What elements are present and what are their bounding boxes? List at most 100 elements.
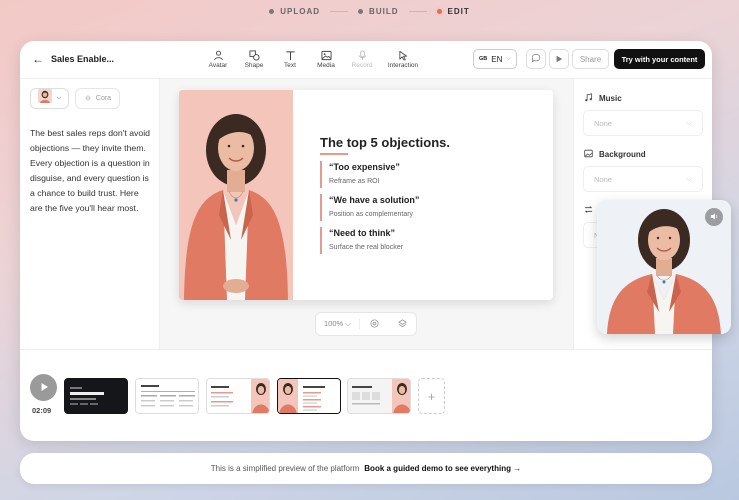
chevron-down-icon: ⌵ <box>686 174 692 183</box>
zoom-select[interactable]: 100% ⌵ <box>316 319 360 329</box>
shapes-icon <box>248 48 260 62</box>
editor-toolbar: ← Sales Enable... Avatar Shape Text Medi… <box>20 41 712 79</box>
try-with-your-content-button[interactable]: Try with your content <box>614 49 705 69</box>
slide-thumbnail-selected[interactable] <box>277 378 341 414</box>
objection-item[interactable]: “Too expensive” Reframe as ROI <box>320 161 520 188</box>
script-panel: ⌵ Cora The best sales reps don't avoid o… <box>20 79 160 349</box>
objection-subtext: Position as complementary <box>329 211 414 218</box>
step-upload[interactable]: UPLOAD <box>269 7 320 16</box>
voice-selector[interactable]: Cora <box>75 88 120 109</box>
tool-label: Record <box>351 62 373 69</box>
slide-thumbnail[interactable] <box>135 378 199 414</box>
music-label-text: Music <box>599 94 622 103</box>
step-label: EDIT <box>447 7 470 16</box>
background-label-text: Background <box>599 150 646 159</box>
person-icon <box>213 48 224 62</box>
slide-canvas: The top 5 objections. “Too expensive” Re… <box>160 79 573 349</box>
image-icon <box>320 48 332 62</box>
chevron-down-icon: ⌵ <box>506 55 511 62</box>
slide-preview[interactable]: The top 5 objections. “Too expensive” Re… <box>179 90 553 300</box>
slide-title[interactable]: The top 5 objections. <box>320 135 450 150</box>
step-dot-icon <box>358 9 364 14</box>
objection-subtext: Reframe as ROI <box>329 178 380 185</box>
play-icon <box>39 379 49 397</box>
background-value: None <box>594 174 612 184</box>
layers-button[interactable] <box>388 318 416 330</box>
playback-time: 02:09 <box>32 406 52 415</box>
tool-label: Shape <box>244 62 264 69</box>
cursor-icon <box>398 48 409 62</box>
target-icon <box>369 318 379 330</box>
comment-button[interactable] <box>526 49 546 69</box>
layers-icon <box>397 318 407 330</box>
tool-group: Avatar Shape Text Media Record Interacti… <box>200 48 426 69</box>
objection-heading: “Too expensive” <box>329 162 400 172</box>
title-underline <box>320 153 348 155</box>
chevron-down-icon: ⌵ <box>345 319 351 328</box>
book-demo-link[interactable]: Book a guided demo to see everything → <box>364 464 521 473</box>
slide-thumbnail[interactable] <box>64 378 128 414</box>
music-label: Music <box>584 93 622 104</box>
step-divider <box>330 11 349 12</box>
tool-text[interactable]: Text <box>272 48 308 69</box>
objection-item[interactable]: “We have a solution” Position as complem… <box>320 194 520 221</box>
presenter-photo[interactable] <box>179 90 293 300</box>
avatar-selector[interactable]: ⌵ <box>30 88 69 109</box>
preview-play-button[interactable] <box>549 49 569 69</box>
chevron-down-icon: ⌵ <box>56 95 62 101</box>
objection-subtext: Surface the real blocker <box>329 244 403 251</box>
swap-icon <box>584 205 593 216</box>
add-slide-button[interactable]: + <box>418 378 445 414</box>
step-label: BUILD <box>369 7 399 16</box>
document-title[interactable]: Sales Enable... <box>51 54 114 64</box>
preview-banner: This is a simplified preview of the plat… <box>20 453 712 484</box>
step-dot-icon <box>269 9 275 14</box>
tool-label: Text <box>284 62 296 69</box>
background-select[interactable]: None ⌵ <box>583 166 703 192</box>
speaker-button[interactable] <box>705 208 723 226</box>
step-label: UPLOAD <box>280 7 321 16</box>
microphone-icon <box>357 48 368 62</box>
comment-icon <box>531 50 541 68</box>
tool-interaction[interactable]: Interaction <box>380 48 426 69</box>
voice-icon <box>84 94 92 104</box>
tool-shape[interactable]: Shape <box>236 48 272 69</box>
language-code: EN <box>491 54 503 64</box>
tool-label: Interaction <box>387 62 419 69</box>
avatar <box>37 89 52 108</box>
step-divider <box>408 11 427 12</box>
slide-timeline: 02:09 + <box>20 349 712 441</box>
tool-media[interactable]: Media <box>308 48 344 69</box>
chevron-down-icon: ⌵ <box>686 118 692 127</box>
flag-icon: GB <box>479 56 488 62</box>
voice-label: Cora <box>95 95 112 102</box>
progress-stepper: UPLOAD BUILD EDIT <box>0 7 739 16</box>
tool-label: Avatar <box>208 62 228 69</box>
target-button[interactable] <box>360 318 388 330</box>
banner-text: This is a simplified preview of the plat… <box>210 464 360 473</box>
tool-avatar[interactable]: Avatar <box>200 48 236 69</box>
arrow-left-icon[interactable]: ← <box>30 52 46 66</box>
speaker-icon <box>710 208 719 226</box>
share-button[interactable]: Share <box>572 49 609 69</box>
zoom-controls: 100% ⌵ <box>315 312 417 336</box>
step-dot-icon <box>436 9 442 14</box>
language-select[interactable]: GB EN ⌵ <box>473 49 517 69</box>
slide-thumbnail[interactable] <box>347 378 411 414</box>
text-icon <box>285 48 296 62</box>
music-select[interactable]: None ⌵ <box>583 110 703 136</box>
music-icon <box>584 93 593 104</box>
script-text[interactable]: The best sales reps don't avoid objectio… <box>30 126 152 216</box>
objection-heading: “Need to think” <box>329 228 396 238</box>
play-button[interactable] <box>30 374 57 401</box>
zoom-value: 100% <box>324 319 344 328</box>
step-build[interactable]: BUILD <box>358 7 398 16</box>
objection-item[interactable]: “Need to think” Surface the real blocker <box>320 227 520 254</box>
background-label: Background <box>584 149 646 160</box>
avatar-video-preview[interactable] <box>597 200 731 334</box>
slide-thumbnail[interactable] <box>206 378 270 414</box>
music-value: None <box>594 118 612 128</box>
image-icon <box>584 149 593 160</box>
objection-heading: “We have a solution” <box>329 195 420 205</box>
step-edit[interactable]: EDIT <box>436 7 470 16</box>
